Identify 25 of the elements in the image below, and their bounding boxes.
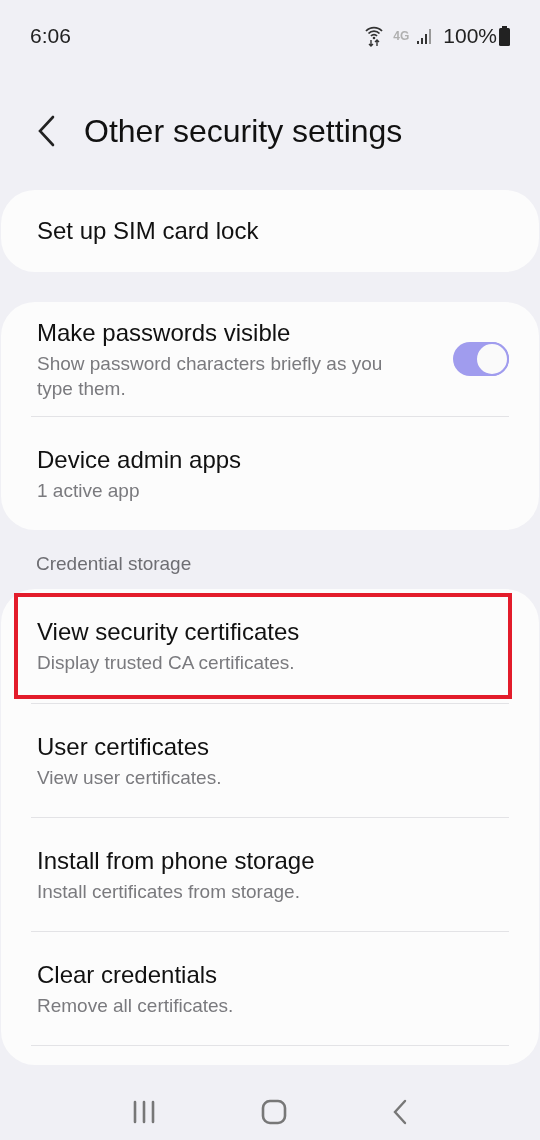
home-button[interactable] [261,1098,287,1125]
setting-title[interactable]: User certificates [37,730,489,763]
setting-title[interactable]: View security certificates [37,616,489,648]
setting-title[interactable]: Install from phone storage [37,844,489,877]
setting-title[interactable]: Make passwords visible [37,317,433,349]
network-type: 4G [393,28,410,45]
signal-icon [417,28,434,44]
status-time: 6:06 [30,23,71,50]
setting-description: 1 active app [37,479,141,503]
recent-apps-button[interactable] [132,1099,157,1124]
toggle-switch[interactable] [453,342,509,376]
setting-title[interactable]: Set up SIM card lock [37,215,489,247]
setting-title[interactable]: Device admin apps [37,444,489,476]
battery-icon [499,26,510,46]
setting-description: Display trusted CA certificates. [37,651,296,675]
back-nav-button[interactable] [391,1098,408,1125]
wifi-icon [365,25,384,47]
setting-description: View user certificates. [37,765,223,790]
setting-description: Install certificates from storage. [37,879,301,904]
setting-description: Show password characters briefly as you type them. [37,352,384,401]
section-heading: Credential storage [35,552,193,576]
setting-description: Remove all certificates. [37,993,235,1018]
setting-title[interactable]: Clear credentials [37,958,489,991]
battery-percent: 100% [443,23,497,50]
page-title: Other security settings [84,112,403,151]
